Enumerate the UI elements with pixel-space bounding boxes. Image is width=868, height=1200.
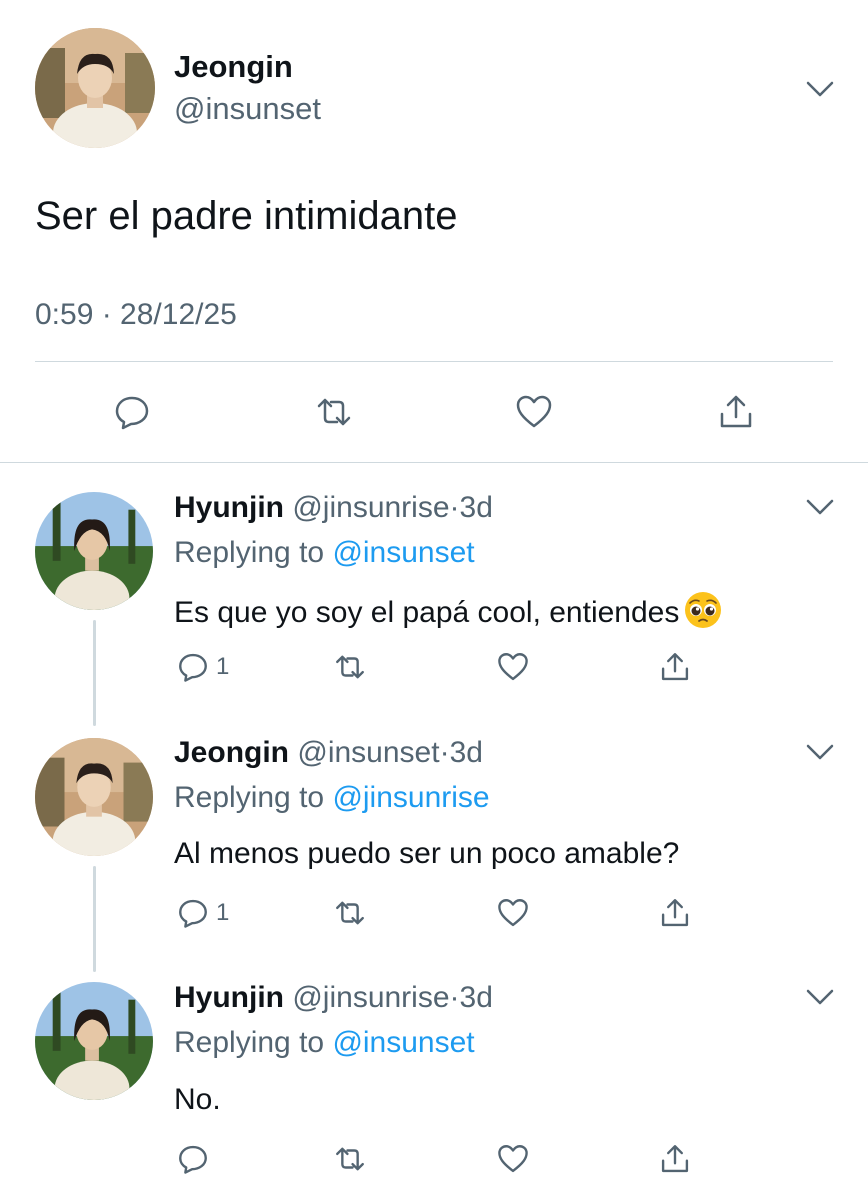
more-options-chevron-icon[interactable] — [806, 498, 834, 516]
retweet-button[interactable] — [332, 1142, 368, 1176]
share-button[interactable] — [658, 1142, 692, 1176]
reply-header: Hyunjin @jinsunrise·3d — [174, 980, 493, 1016]
reply-button[interactable] — [176, 1142, 216, 1176]
more-options-chevron-icon[interactable] — [806, 743, 834, 761]
reply-icon — [176, 1142, 210, 1176]
like-button[interactable] — [496, 1142, 530, 1176]
reply-age[interactable]: 3d — [460, 491, 493, 524]
reply-count: 1 — [216, 899, 230, 926]
reply-text: Es que yo soy el papá cool, entiendes — [174, 590, 723, 631]
heart-icon — [496, 1142, 530, 1176]
replying-to: Replying to @insunset — [174, 535, 475, 571]
share-icon — [658, 1142, 692, 1176]
reply-author-name[interactable]: Jeongin — [174, 736, 289, 769]
reply-count: 1 — [216, 653, 230, 680]
divider — [0, 462, 868, 463]
share-icon — [658, 896, 692, 930]
retweet-button[interactable] — [312, 390, 356, 434]
more-options-chevron-icon[interactable] — [806, 988, 834, 1006]
thread-connector — [93, 866, 96, 972]
retweet-button[interactable] — [332, 650, 368, 684]
heart-icon — [496, 896, 530, 930]
reply-author-handle[interactable]: @jinsunrise — [292, 491, 449, 524]
reply-icon — [176, 650, 210, 684]
replying-to-label: Replying to — [174, 1026, 333, 1059]
separator-dot: · — [449, 981, 460, 1014]
retweet-icon — [332, 650, 368, 684]
retweet-icon — [332, 896, 368, 930]
reply-button[interactable]: 1 — [176, 650, 229, 684]
reply-header: Jeongin @insunset·3d — [174, 735, 483, 771]
reply-icon — [176, 896, 210, 930]
reply-button[interactable]: 1 — [176, 896, 229, 930]
reply-author-name[interactable]: Hyunjin — [174, 981, 284, 1014]
share-button[interactable] — [658, 896, 692, 930]
pleading-face-emoji — [683, 590, 723, 630]
separator-dot: · — [439, 736, 450, 769]
separator-dot: · — [449, 491, 460, 524]
divider — [35, 361, 833, 362]
reply-header: Hyunjin @jinsunrise·3d — [174, 490, 493, 526]
heart-icon — [514, 392, 554, 432]
retweet-icon — [332, 1142, 368, 1176]
replying-to: Replying to @insunset — [174, 1025, 475, 1061]
author-name[interactable]: Jeongin — [174, 48, 293, 86]
reply-text: Al menos puedo ser un poco amable? — [174, 837, 680, 870]
reply-text-content: Es que yo soy el papá cool, entiendes — [174, 596, 680, 629]
more-options-chevron-icon[interactable] — [806, 80, 834, 98]
replying-to-mention[interactable]: @jinsunrise — [332, 781, 489, 814]
reply-button[interactable] — [110, 390, 154, 434]
reply-age[interactable]: 3d — [460, 981, 493, 1014]
replying-to-label: Replying to — [174, 536, 333, 569]
tweet-timestamp[interactable]: 0:59 · 28/12/25 — [35, 296, 237, 334]
reply-author-handle[interactable]: @insunset — [297, 736, 439, 769]
replying-to: Replying to @jinsunrise — [174, 780, 490, 816]
reply-age[interactable]: 3d — [450, 736, 483, 769]
reply-icon — [112, 392, 152, 432]
thread-connector — [93, 620, 96, 726]
retweet-icon — [313, 392, 355, 432]
replying-to-mention[interactable]: @insunset — [332, 536, 474, 569]
share-icon — [658, 650, 692, 684]
heart-icon — [496, 650, 530, 684]
like-button[interactable] — [496, 896, 530, 930]
author-handle[interactable]: @insunset — [174, 90, 321, 128]
avatar-jeongin[interactable] — [35, 28, 155, 148]
share-button[interactable] — [714, 390, 758, 434]
avatar-hyunjin[interactable] — [35, 982, 153, 1100]
like-button[interactable] — [512, 390, 556, 434]
share-icon — [716, 392, 756, 432]
reply-author-name[interactable]: Hyunjin — [174, 491, 284, 524]
reply-text: No. — [174, 1083, 221, 1116]
replying-to-mention[interactable]: @insunset — [332, 1026, 474, 1059]
retweet-button[interactable] — [332, 896, 368, 930]
tweet-text: Ser el padre intimidante — [35, 194, 458, 238]
like-button[interactable] — [496, 650, 530, 684]
avatar-jeongin[interactable] — [35, 738, 153, 856]
avatar-hyunjin[interactable] — [35, 492, 153, 610]
share-button[interactable] — [658, 650, 692, 684]
replying-to-label: Replying to — [174, 781, 333, 814]
reply-author-handle[interactable]: @jinsunrise — [292, 981, 449, 1014]
